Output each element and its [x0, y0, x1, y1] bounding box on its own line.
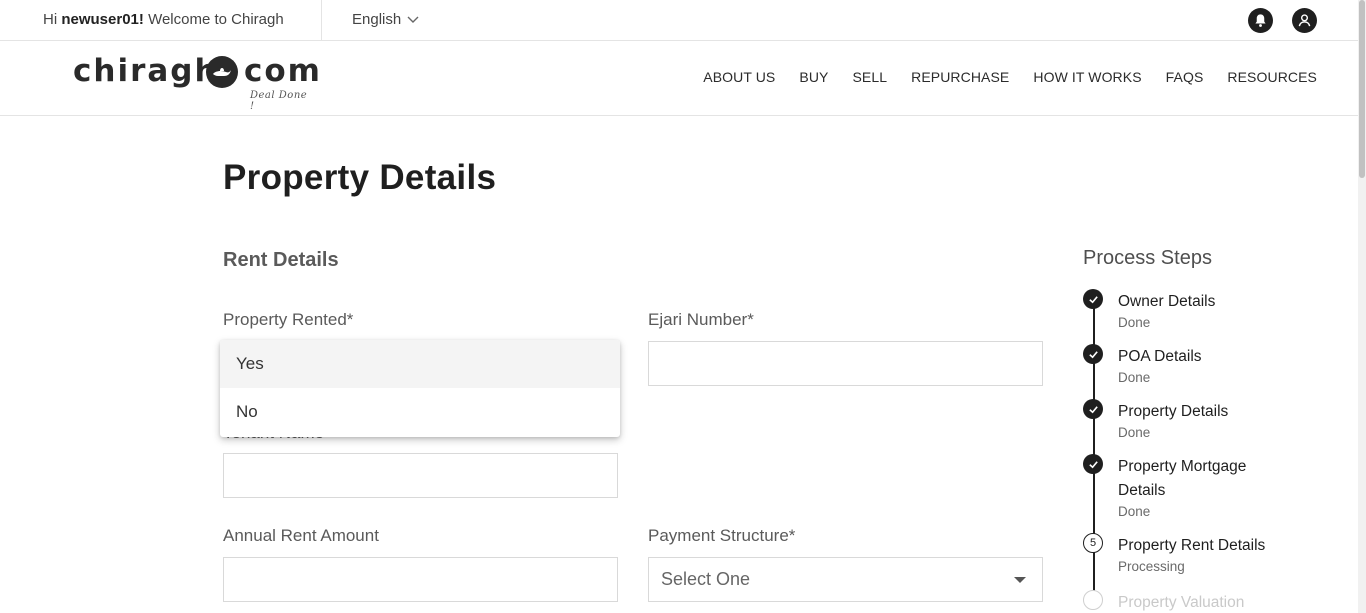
payment-structure-select[interactable]: Select One [648, 557, 1043, 602]
nav-resources[interactable]: RESOURCES [1227, 69, 1317, 85]
tenant-name-field [223, 453, 618, 498]
step-status: Processing [1118, 559, 1185, 574]
property-rented-dropdown: Yes No [220, 340, 620, 437]
option-no[interactable]: No [220, 388, 620, 436]
logo-tagline: Deal Done ! [250, 90, 308, 112]
scrollbar-thumb[interactable] [1359, 0, 1365, 178]
ejari-number-label: Ejari Number* [648, 310, 754, 329]
greeting-suffix: Welcome to Chiragh [148, 11, 284, 28]
step-status: Done [1118, 504, 1151, 519]
step-name: Property Rent Details [1118, 537, 1266, 554]
pending-circle-icon [1083, 590, 1103, 610]
nav-about-us[interactable]: ABOUT US [703, 69, 775, 85]
option-yes[interactable]: Yes [220, 340, 620, 388]
bell-icon[interactable] [1248, 8, 1273, 33]
chevron-down-icon [407, 16, 419, 23]
step-name: Property Mortgage Details [1118, 458, 1247, 499]
nav-how-it-works[interactable]: HOW IT WORKS [1033, 69, 1141, 85]
step-status: Done [1118, 370, 1151, 385]
tenant-name-input[interactable] [224, 454, 617, 497]
nav-buy[interactable]: BUY [799, 69, 828, 85]
step-name: Owner Details [1118, 293, 1216, 310]
page-title: Property Details [223, 158, 497, 197]
step-name: POA Details [1118, 348, 1202, 365]
welcome-message: Hi newuser01! Welcome to Chiragh [43, 11, 284, 28]
main-header: chiragh com Deal Done ! ABOUT US BUY SEL… [0, 41, 1358, 116]
language-selector[interactable]: English [352, 11, 419, 28]
check-icon [1083, 344, 1103, 364]
step-status: Done [1118, 425, 1151, 440]
section-title: Rent Details [223, 249, 339, 271]
nav-sell[interactable]: SELL [852, 69, 887, 85]
property-rented-label: Property Rented* [223, 310, 354, 329]
step-number-icon: 5 [1083, 533, 1103, 553]
check-icon [1083, 399, 1103, 419]
ejari-number-input[interactable] [649, 342, 1042, 385]
nav-faqs[interactable]: FAQS [1166, 69, 1204, 85]
site-logo[interactable]: chiragh com Deal Done ! [73, 53, 320, 112]
username: newuser01! [61, 11, 144, 28]
logo-text-left: chiragh [73, 53, 219, 89]
logo-text-right: com [244, 53, 322, 89]
step-status: Done [1118, 315, 1151, 330]
check-icon [1083, 454, 1103, 474]
annual-rent-input[interactable] [224, 558, 617, 601]
top-bar: Hi newuser01! Welcome to Chiragh English [0, 0, 1358, 41]
page-scrollbar[interactable] [1358, 0, 1366, 613]
greeting-prefix: Hi [43, 11, 58, 28]
ejari-number-field [648, 341, 1043, 386]
nav-repurchase[interactable]: REPURCHASE [911, 69, 1009, 85]
divider [321, 0, 322, 41]
user-icon[interactable] [1292, 8, 1317, 33]
step-name: Property Details [1118, 403, 1229, 420]
payment-structure-label: Payment Structure* [648, 526, 796, 545]
caret-down-icon [1014, 576, 1026, 583]
annual-rent-label: Annual Rent Amount [223, 526, 379, 545]
annual-rent-field [223, 557, 618, 602]
step-name: Property Valuation [1118, 594, 1245, 611]
process-steps-title: Process Steps [1083, 247, 1212, 269]
payment-structure-value: Select One [661, 569, 751, 589]
check-icon [1083, 289, 1103, 309]
language-label: English [352, 11, 402, 28]
lamp-icon [206, 56, 238, 88]
main-nav: ABOUT US BUY SELL REPURCHASE HOW IT WORK… [703, 69, 1317, 85]
